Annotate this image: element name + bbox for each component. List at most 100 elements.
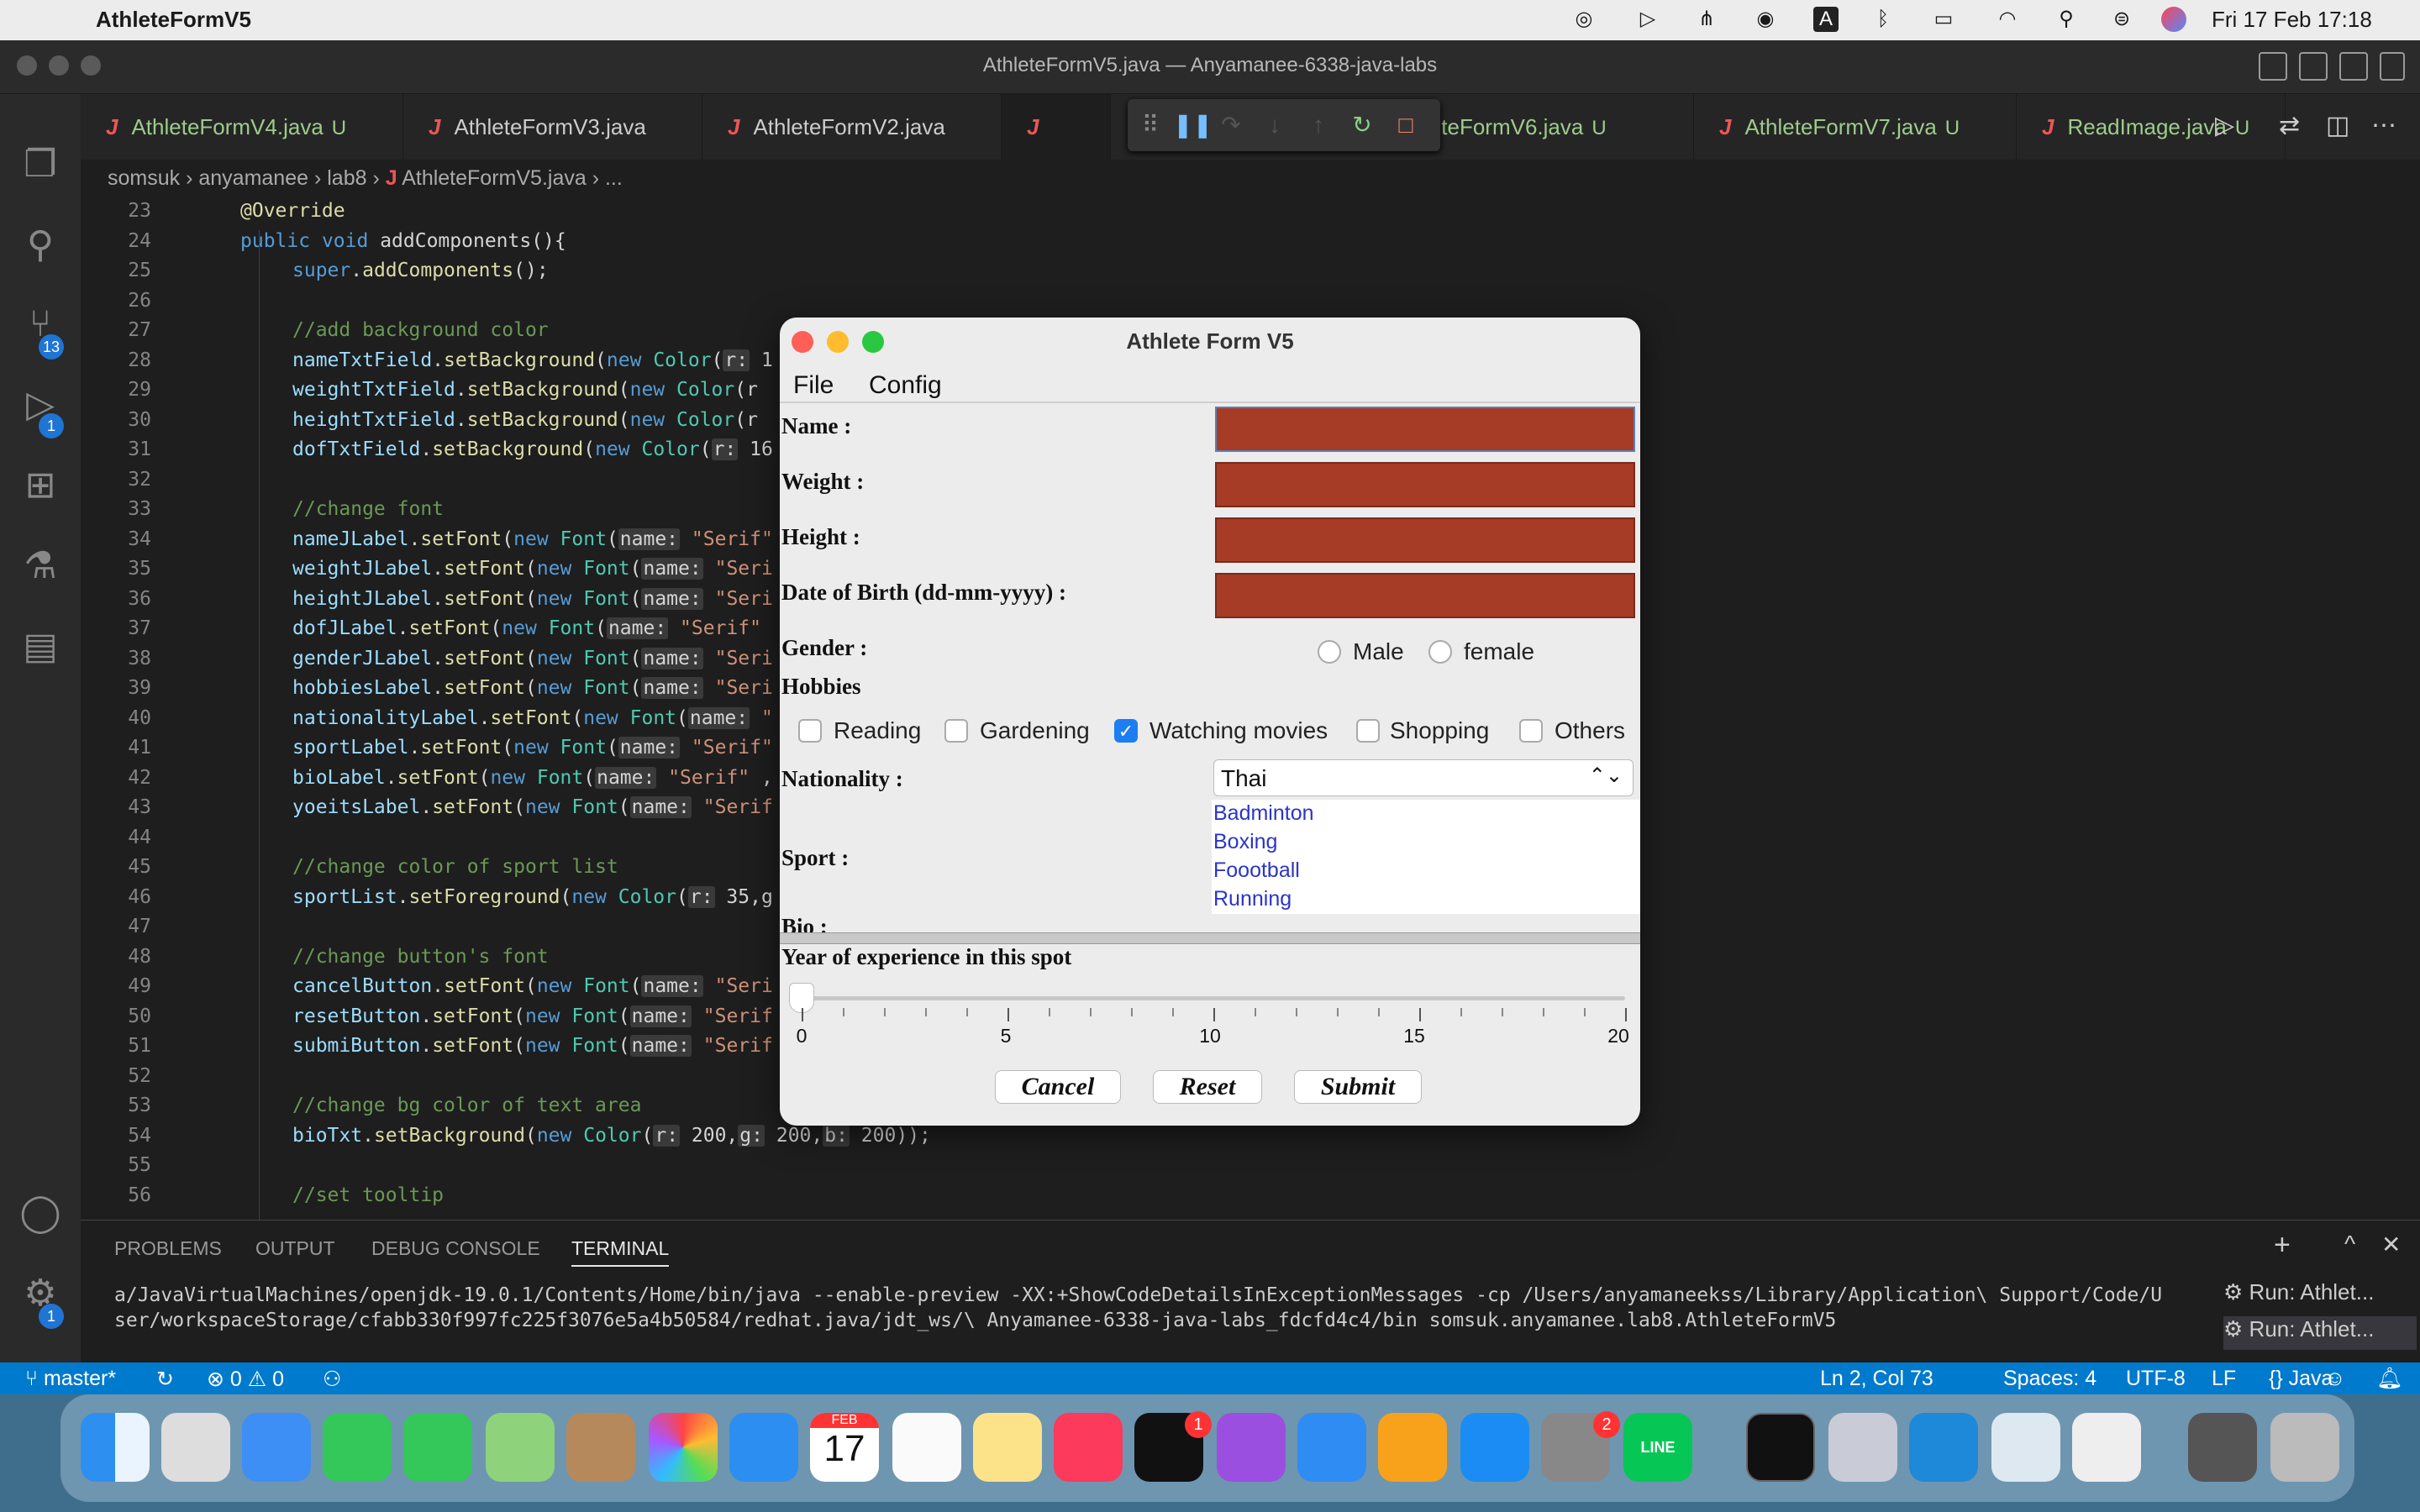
- indentation[interactable]: Spaces: 4: [2003, 1367, 2096, 1391]
- sport-item[interactable]: Running: [1213, 887, 1292, 911]
- search-icon[interactable]: ⚲: [18, 223, 62, 267]
- cursor-position[interactable]: Ln 2, Col 73: [1820, 1367, 1933, 1391]
- airpods-icon[interactable]: ⋔: [1694, 7, 1719, 32]
- hobby-others-checkbox[interactable]: [1519, 719, 1543, 743]
- tab-athleteformv3[interactable]: J AthleteFormV3.java: [403, 94, 702, 160]
- step-into-icon[interactable]: ↓: [1260, 111, 1289, 139]
- tab-athleteformv2[interactable]: J AthleteFormV2.java: [702, 94, 1002, 160]
- terminal-app-icon[interactable]: [1746, 1413, 1815, 1482]
- tab-readimage[interactable]: J ReadImage.java U: [2017, 94, 2286, 160]
- submit-button[interactable]: Submit: [1294, 1070, 1422, 1104]
- downloads-stack-icon[interactable]: [2188, 1413, 2257, 1482]
- sync-icon[interactable]: ↻: [156, 1367, 174, 1392]
- mail-icon[interactable]: [242, 1413, 311, 1482]
- preview-app-icon[interactable]: [1991, 1413, 2060, 1482]
- bio-text-area[interactable]: [780, 932, 1640, 944]
- hobby-gardening-checkbox[interactable]: [944, 719, 968, 743]
- breadcrumb-item[interactable]: ...: [605, 166, 623, 190]
- menu-config[interactable]: Config: [869, 371, 942, 400]
- close-panel-icon[interactable]: ✕: [2381, 1231, 2401, 1258]
- breadcrumb-item[interactable]: lab8: [327, 166, 366, 190]
- breadcrumb-item[interactable]: AthleteFormV5.java: [402, 166, 587, 190]
- podcasts-icon[interactable]: [1217, 1413, 1286, 1482]
- wifi-icon[interactable]: ◠: [1995, 7, 2020, 32]
- language-mode[interactable]: {} Java: [2269, 1367, 2333, 1391]
- battery-icon[interactable]: ▭: [1924, 7, 1963, 32]
- testing-icon[interactable]: ⚗: [18, 544, 62, 588]
- run-file-icon[interactable]: ▷: [2215, 111, 2234, 140]
- maps-icon[interactable]: [486, 1413, 555, 1482]
- play-icon[interactable]: ▷: [1635, 7, 1660, 32]
- compare-changes-icon[interactable]: ⇄: [2279, 111, 2300, 140]
- terminal-output[interactable]: a/JavaVirtualMachines/openjdk-19.0.1/Con…: [114, 1283, 2162, 1333]
- hobby-reading-checkbox[interactable]: [798, 719, 822, 743]
- control-center-icon[interactable]: ⊜: [2109, 7, 2134, 32]
- contacts-icon[interactable]: [566, 1413, 635, 1482]
- explorer-icon[interactable]: ❐: [18, 143, 62, 186]
- dialog-minimize-button[interactable]: [827, 331, 849, 353]
- menu-file[interactable]: File: [793, 371, 834, 400]
- customize-layout-icon[interactable]: [2380, 52, 2405, 81]
- toggle-panel-icon[interactable]: [2299, 52, 2328, 81]
- drag-handle-icon[interactable]: ⠿: [1136, 111, 1165, 139]
- siri-icon[interactable]: [2161, 7, 2186, 32]
- stop-icon[interactable]: □: [1392, 111, 1420, 139]
- split-editor-icon[interactable]: ◫: [2326, 111, 2349, 140]
- git-branch[interactable]: ⑂ master*: [25, 1367, 116, 1391]
- feedback-icon[interactable]: ☺: [2324, 1367, 2346, 1391]
- tab-output[interactable]: OUTPUT: [255, 1237, 335, 1260]
- tab-athleteformv4[interactable]: J AthleteFormV4.java U: [81, 94, 403, 160]
- line-app-icon[interactable]: LINE: [1623, 1413, 1692, 1482]
- terminal-run-item-active[interactable]: ⚙ Run: Athlet...: [2223, 1316, 2417, 1350]
- tab-athleteformv5-active[interactable]: J: [1002, 94, 1111, 160]
- rocket-app-icon[interactable]: [1828, 1413, 1897, 1482]
- pause-icon[interactable]: ❚❚: [1173, 111, 1213, 139]
- notifications-icon[interactable]: 🔔︎: [2376, 1367, 2403, 1391]
- height-input[interactable]: [1215, 517, 1635, 563]
- launchpad-icon[interactable]: [161, 1413, 230, 1482]
- vscode-app-icon[interactable]: [1909, 1413, 1978, 1482]
- notes-icon[interactable]: [973, 1413, 1042, 1482]
- gender-male-radio[interactable]: [1318, 640, 1341, 664]
- debug-status-icon[interactable]: ⚇: [323, 1367, 341, 1392]
- active-app-name[interactable]: AthleteFormV5: [96, 7, 251, 33]
- screen-share-icon[interactable]: ◎: [1571, 7, 1597, 32]
- tab-athleteformv7[interactable]: J AthleteFormV7.java U: [1694, 94, 2017, 160]
- problems-status[interactable]: ⊗ 0 ⚠ 0: [207, 1367, 284, 1392]
- tab-problems[interactable]: PROBLEMS: [114, 1237, 222, 1260]
- bluetooth-icon[interactable]: ᛒ: [1870, 7, 1896, 32]
- music-icon[interactable]: [1054, 1413, 1123, 1482]
- messages-icon[interactable]: [403, 1413, 472, 1482]
- safari-icon[interactable]: [729, 1413, 798, 1482]
- toggle-sidebar-icon[interactable]: [2259, 52, 2287, 81]
- dialog-close-button[interactable]: [792, 331, 813, 353]
- breadcrumb-item[interactable]: somsuk: [108, 166, 180, 190]
- sport-item[interactable]: Boxing: [1213, 830, 1277, 854]
- pages-icon[interactable]: [1378, 1413, 1447, 1482]
- facetime-icon[interactable]: [323, 1413, 392, 1482]
- photos-icon[interactable]: [649, 1413, 718, 1482]
- end-of-line[interactable]: LF: [2212, 1367, 2236, 1391]
- extensions-icon[interactable]: ⊞: [18, 464, 62, 507]
- tab-debug-console[interactable]: DEBUG CONSOLE: [371, 1237, 540, 1260]
- hobby-watching-movies-checkbox[interactable]: ✓: [1114, 719, 1138, 743]
- menubar-clock[interactable]: Fri 17 Feb 17:18: [2212, 7, 2372, 33]
- gender-female-radio[interactable]: [1428, 640, 1452, 664]
- restart-icon[interactable]: ↻: [1348, 111, 1376, 139]
- reset-button[interactable]: Reset: [1153, 1070, 1262, 1104]
- dob-input[interactable]: [1215, 573, 1635, 618]
- sport-item[interactable]: Badminton: [1213, 801, 1314, 826]
- accounts-icon[interactable]: ◯: [18, 1191, 62, 1235]
- hobby-shopping-checkbox[interactable]: [1356, 719, 1380, 743]
- more-actions-icon[interactable]: ⋯: [2371, 111, 2396, 140]
- file-encoding[interactable]: UTF-8: [2126, 1367, 2186, 1391]
- reminders-icon[interactable]: [892, 1413, 961, 1482]
- weight-input[interactable]: [1215, 462, 1635, 507]
- maximize-panel-icon[interactable]: ^: [2344, 1231, 2355, 1257]
- trash-icon[interactable]: [2270, 1413, 2339, 1482]
- java-app-icon[interactable]: [2072, 1413, 2141, 1482]
- step-over-icon[interactable]: ↷: [1217, 111, 1245, 139]
- app-store-icon[interactable]: [1460, 1413, 1529, 1482]
- name-input[interactable]: [1215, 407, 1635, 452]
- dialog-zoom-button[interactable]: [862, 331, 884, 353]
